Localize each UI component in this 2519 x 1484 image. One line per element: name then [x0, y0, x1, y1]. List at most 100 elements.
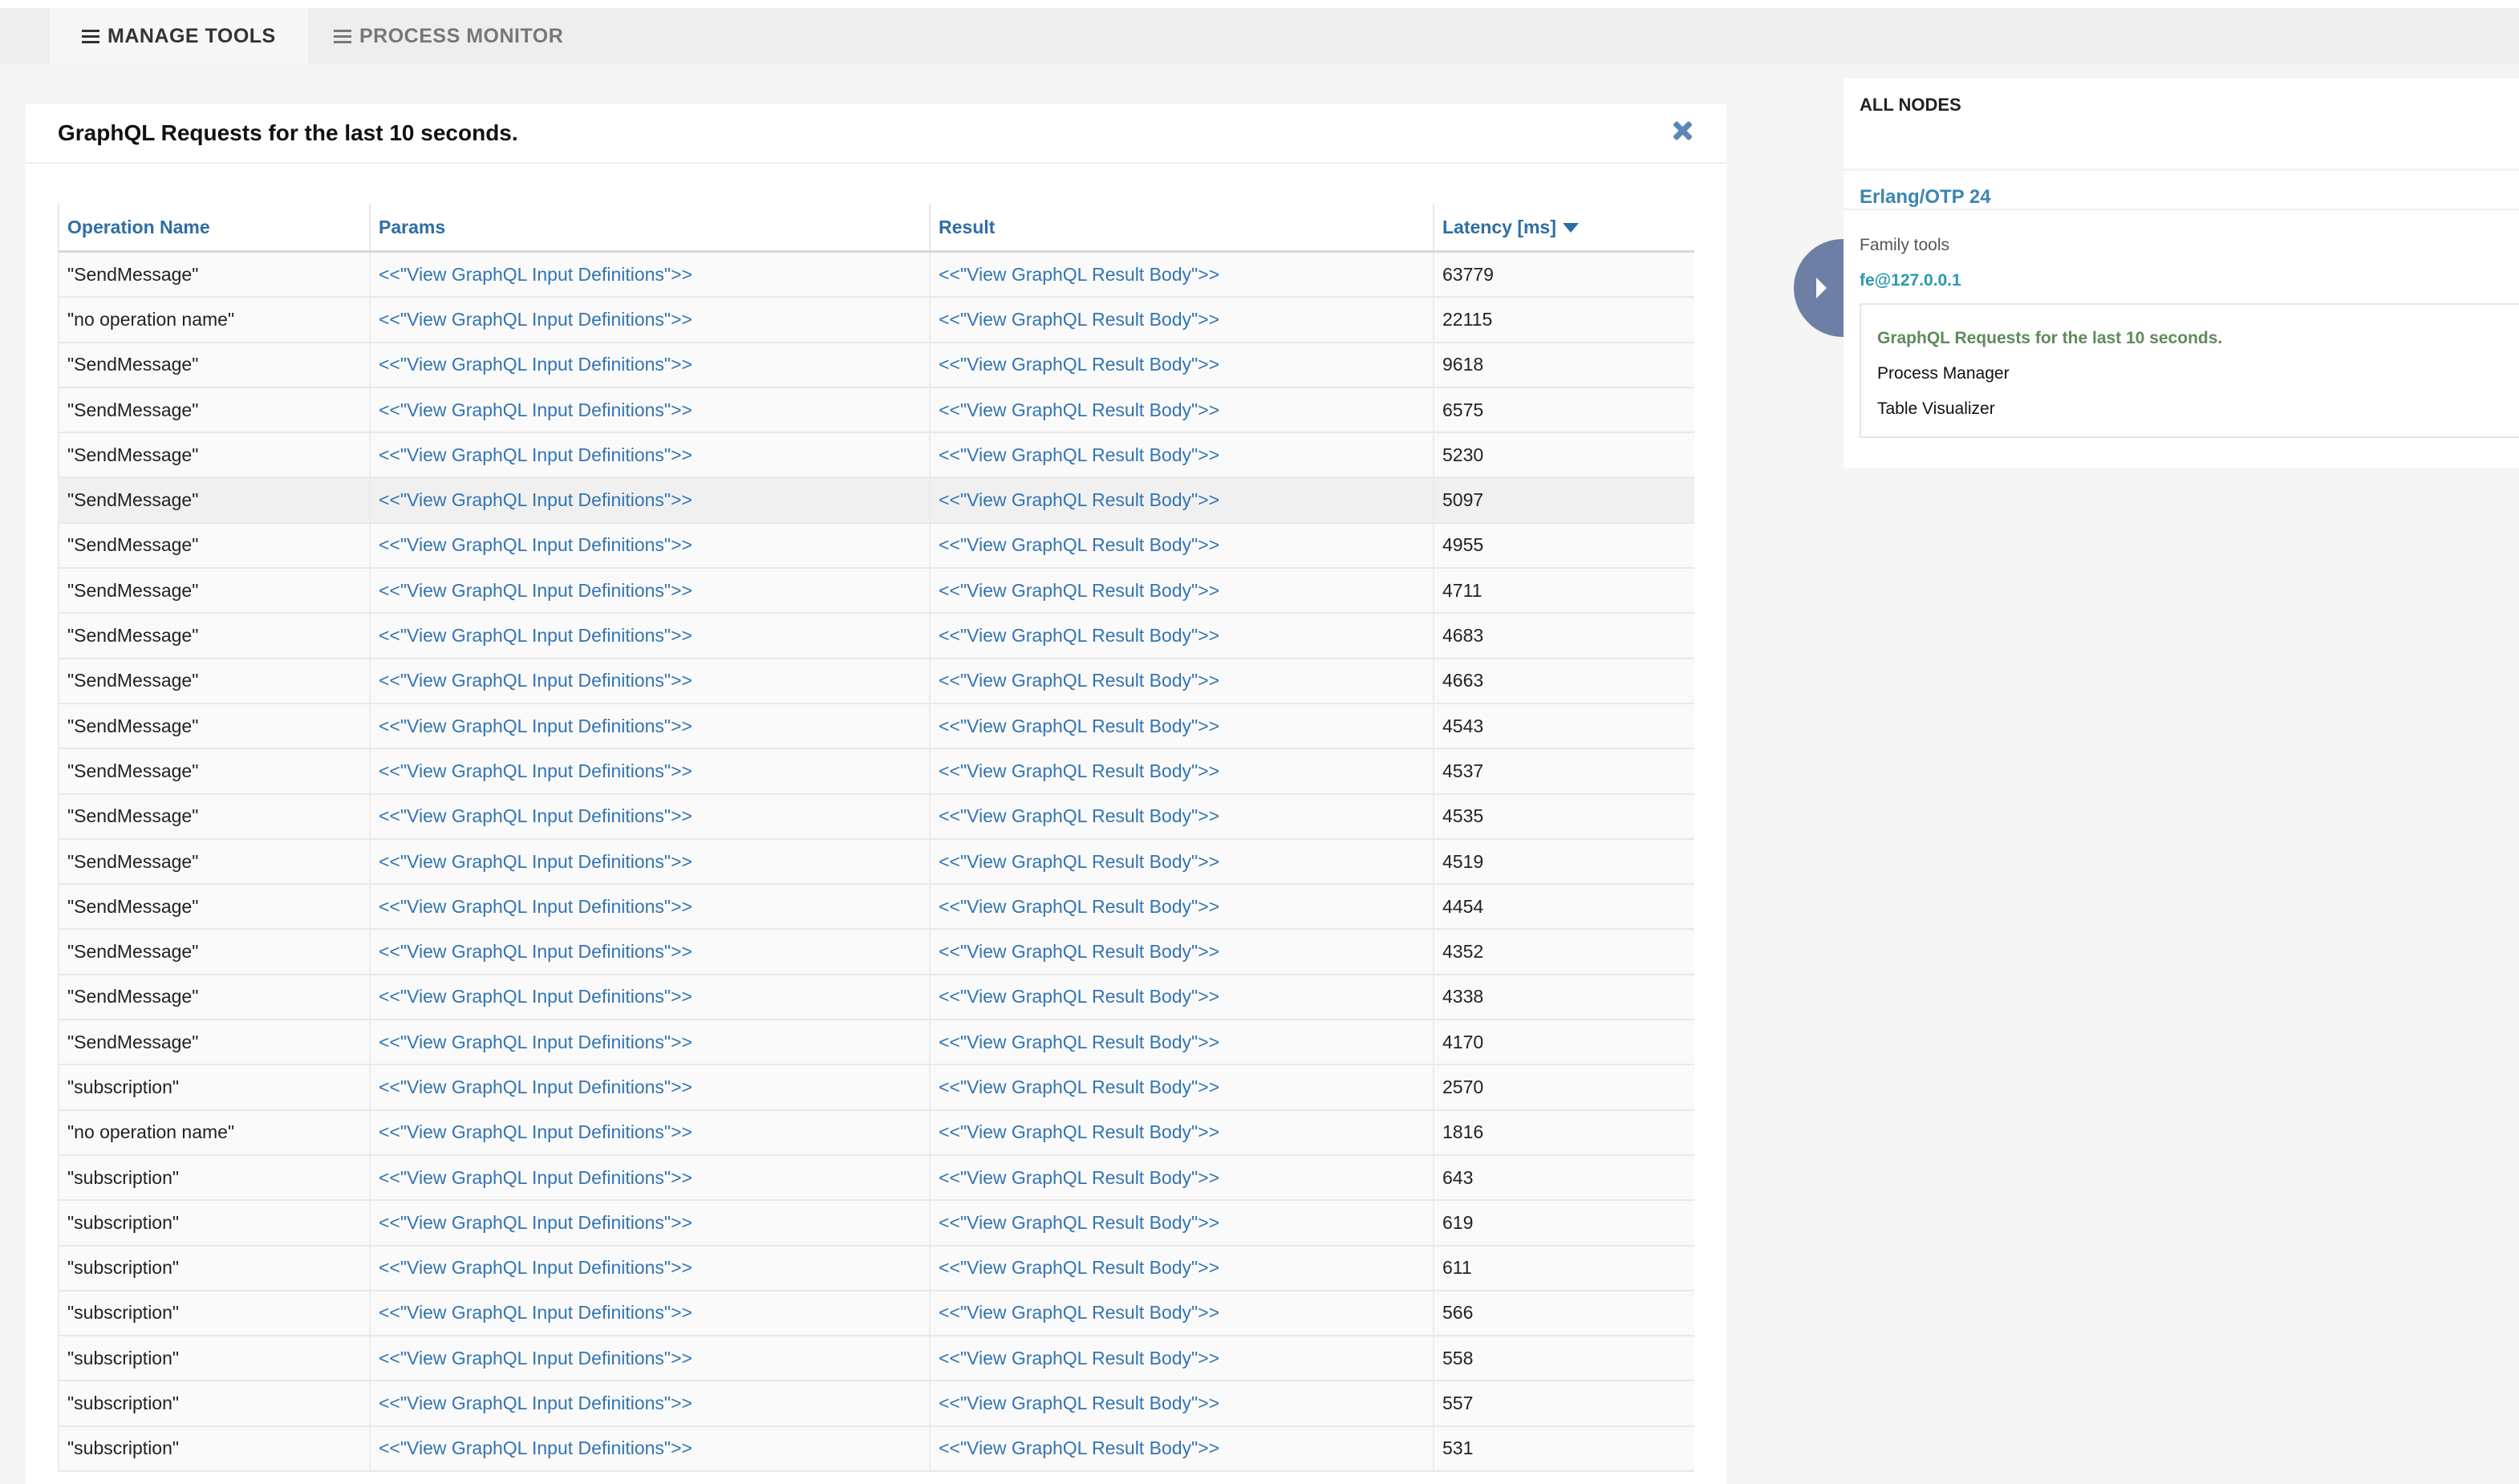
result-link[interactable]: <<"View GraphQL Result Body">> — [929, 1154, 1434, 1202]
operation-name-cell: "SendMessage" — [58, 568, 370, 614]
result-link[interactable]: <<"View GraphQL Result Body">> — [929, 342, 1434, 388]
operation-name-cell: "SendMessage" — [58, 432, 370, 479]
result-link[interactable]: <<"View GraphQL Result Body">> — [929, 1200, 1434, 1247]
result-link[interactable]: <<"View GraphQL Result Body">> — [929, 658, 1434, 704]
result-link[interactable]: <<"View GraphQL Result Body">> — [929, 703, 1434, 750]
operation-name-cell: "subscription" — [58, 1290, 370, 1337]
latency-cell: 4711 — [1433, 568, 1694, 614]
latency-cell: 557 — [1433, 1381, 1694, 1427]
params-link[interactable]: <<"View GraphQL Input Definitions">> — [369, 1064, 930, 1111]
params-link[interactable]: <<"View GraphQL Input Definitions">> — [369, 974, 930, 1021]
table-row: "subscription" <<"View GraphQL Input Defi… — [58, 1200, 1694, 1247]
table-row: "SendMessage" <<"View GraphQL Input Defin… — [58, 748, 1694, 795]
params-link[interactable]: <<"View GraphQL Input Definitions">> — [369, 342, 930, 388]
latency-cell: 558 — [1433, 1336, 1694, 1382]
latency-cell: 4519 — [1433, 838, 1694, 886]
params-link[interactable]: <<"View GraphQL Input Definitions">> — [369, 838, 930, 886]
tab-bar: MANAGE TOOLS PROCESS MONITOR — [0, 8, 2519, 64]
table-row: "subscription" <<"View GraphQL Input Defi… — [58, 1245, 1694, 1291]
params-link[interactable]: <<"View GraphQL Input Definitions">> — [369, 251, 930, 298]
params-link[interactable]: <<"View GraphQL Input Definitions">> — [369, 1381, 930, 1427]
menu-item-graphql-requests[interactable]: GraphQL Requests for the last 10 seconds… — [1877, 329, 2222, 348]
column-header-params[interactable]: Params — [369, 204, 930, 253]
table-row: "subscription" <<"View GraphQL Input Defi… — [58, 1290, 1694, 1337]
sidebar-toggle[interactable] — [1794, 239, 1844, 337]
result-link[interactable]: <<"View GraphQL Result Body">> — [929, 793, 1434, 840]
result-link[interactable]: <<"View GraphQL Result Body">> — [929, 1336, 1434, 1382]
result-link[interactable]: <<"View GraphQL Result Body">> — [929, 748, 1434, 795]
table-row: "subscription" <<"View GraphQL Input Defi… — [58, 1336, 1694, 1382]
column-header-result[interactable]: Result — [929, 204, 1434, 253]
node-link[interactable]: fe@127.0.0.1 — [1860, 271, 1961, 290]
operation-name-cell: "SendMessage" — [58, 974, 370, 1021]
params-link[interactable]: <<"View GraphQL Input Definitions">> — [369, 658, 930, 704]
menu-item-process-manager[interactable]: Process Manager — [1877, 364, 2010, 383]
result-link[interactable]: <<"View GraphQL Result Body">> — [929, 432, 1434, 479]
nodes-sidebar: ALL NODES Erlang/OTP 24 Family tools fe@… — [1844, 79, 2519, 468]
menu-item-table-visualizer[interactable]: Table Visualizer — [1877, 399, 1995, 419]
latency-cell: 4537 — [1433, 748, 1694, 795]
result-link[interactable]: <<"View GraphQL Result Body">> — [929, 297, 1434, 343]
params-link[interactable]: <<"View GraphQL Input Definitions">> — [369, 1109, 930, 1156]
result-link[interactable]: <<"View GraphQL Result Body">> — [929, 387, 1434, 434]
result-link[interactable]: <<"View GraphQL Result Body">> — [929, 974, 1434, 1021]
params-link[interactable]: <<"View GraphQL Input Definitions">> — [369, 477, 930, 524]
params-link[interactable]: <<"View GraphQL Input Definitions">> — [369, 1020, 930, 1066]
latency-cell: 619 — [1433, 1200, 1694, 1247]
params-link[interactable]: <<"View GraphQL Input Definitions">> — [369, 703, 930, 750]
operation-name-cell: "SendMessage" — [58, 703, 370, 750]
column-header-latency[interactable]: Latency [ms] — [1433, 204, 1694, 253]
result-link[interactable]: <<"View GraphQL Result Body">> — [929, 1109, 1434, 1156]
params-link[interactable]: <<"View GraphQL Input Definitions">> — [369, 568, 930, 614]
close-icon[interactable] — [1670, 119, 1694, 143]
params-link[interactable]: <<"View GraphQL Input Definitions">> — [369, 1154, 930, 1202]
column-header-operation-name[interactable]: Operation Name — [58, 204, 370, 253]
result-link[interactable]: <<"View GraphQL Result Body">> — [929, 251, 1434, 298]
params-link[interactable]: <<"View GraphQL Input Definitions">> — [369, 1245, 930, 1291]
result-link[interactable]: <<"View GraphQL Result Body">> — [929, 613, 1434, 659]
result-link[interactable]: <<"View GraphQL Result Body">> — [929, 1381, 1434, 1427]
latency-cell: 611 — [1433, 1245, 1694, 1291]
params-link[interactable]: <<"View GraphQL Input Definitions">> — [369, 432, 930, 479]
operation-name-cell: "SendMessage" — [58, 929, 370, 975]
table-row: "SendMessage" <<"View GraphQL Input Defin… — [58, 342, 1694, 388]
table-row: "SendMessage" <<"View GraphQL Input Defin… — [58, 793, 1694, 840]
tab-manage-tools[interactable]: MANAGE TOOLS — [50, 8, 308, 64]
panel-header: GraphQL Requests for the last 10 seconds… — [26, 104, 1726, 164]
latency-cell: 4352 — [1433, 929, 1694, 975]
params-link[interactable]: <<"View GraphQL Input Definitions">> — [369, 793, 930, 840]
params-link[interactable]: <<"View GraphQL Input Definitions">> — [369, 1290, 930, 1337]
params-link[interactable]: <<"View GraphQL Input Definitions">> — [369, 297, 930, 343]
params-link[interactable]: <<"View GraphQL Input Definitions">> — [369, 929, 930, 975]
result-link[interactable]: <<"View GraphQL Result Body">> — [929, 1290, 1434, 1337]
result-link[interactable]: <<"View GraphQL Result Body">> — [929, 477, 1434, 524]
table-row: "SendMessage" <<"View GraphQL Input Defin… — [58, 658, 1694, 704]
tab-process-monitor[interactable]: PROCESS MONITOR — [302, 8, 595, 64]
operation-name-cell: "SendMessage" — [58, 748, 370, 795]
params-link[interactable]: <<"View GraphQL Input Definitions">> — [369, 748, 930, 795]
result-link[interactable]: <<"View GraphQL Result Body">> — [929, 929, 1434, 975]
result-link[interactable]: <<"View GraphQL Result Body">> — [929, 1020, 1434, 1066]
family-tools-label: Family tools — [1860, 236, 1950, 254]
result-link[interactable]: <<"View GraphQL Result Body">> — [929, 838, 1434, 886]
params-link[interactable]: <<"View GraphQL Input Definitions">> — [369, 1200, 930, 1247]
params-link[interactable]: <<"View GraphQL Input Definitions">> — [369, 884, 930, 931]
result-link[interactable]: <<"View GraphQL Result Body">> — [929, 522, 1434, 570]
result-link[interactable]: <<"View GraphQL Result Body">> — [929, 568, 1434, 614]
params-link[interactable]: <<"View GraphQL Input Definitions">> — [369, 522, 930, 570]
params-link[interactable]: <<"View GraphQL Input Definitions">> — [369, 1336, 930, 1382]
operation-name-cell: "SendMessage" — [58, 884, 370, 931]
table-row: "no operation name" <<"View GraphQL Input… — [58, 1109, 1694, 1156]
latency-cell: 4955 — [1433, 522, 1694, 570]
table-row: "SendMessage" <<"View GraphQL Input Defin… — [58, 838, 1694, 886]
params-link[interactable]: <<"View GraphQL Input Definitions">> — [369, 613, 930, 659]
result-link[interactable]: <<"View GraphQL Result Body">> — [929, 884, 1434, 931]
result-link[interactable]: <<"View GraphQL Result Body">> — [929, 1064, 1434, 1111]
result-link[interactable]: <<"View GraphQL Result Body">> — [929, 1245, 1434, 1291]
operation-name-cell: "subscription" — [58, 1245, 370, 1291]
latency-cell: 63779 — [1433, 251, 1694, 298]
divider — [1844, 168, 2519, 171]
params-link[interactable]: <<"View GraphQL Input Definitions">> — [369, 387, 930, 434]
table-row: "SendMessage" <<"View GraphQL Input Defin… — [58, 703, 1694, 750]
list-icon — [334, 28, 351, 44]
